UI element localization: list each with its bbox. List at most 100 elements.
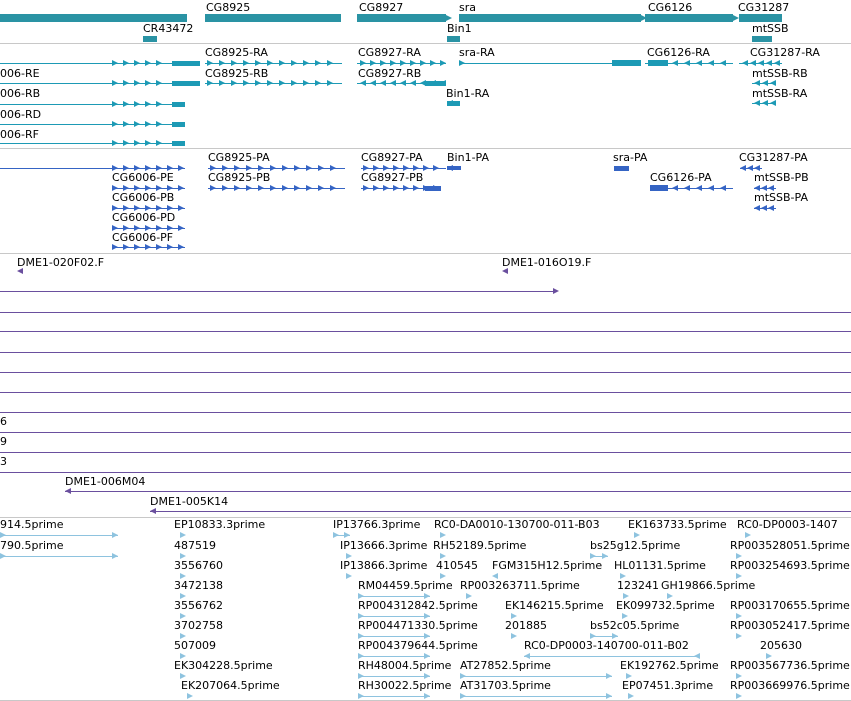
gene-bar[interactable]	[447, 36, 460, 42]
clone-line[interactable]	[0, 372, 851, 373]
clone-line[interactable]	[0, 392, 851, 393]
est-label: HL01131.5prime	[614, 559, 706, 572]
gene-bar[interactable]	[459, 14, 641, 22]
strand-arrow-right-icon	[0, 532, 6, 538]
clone-line[interactable]	[0, 432, 851, 433]
clone-line[interactable]	[0, 472, 851, 473]
strand-arrow-left-icon	[672, 60, 678, 66]
strand-arrow-right-icon	[346, 573, 352, 579]
gene-label: CG6126	[648, 1, 693, 14]
transcript-line[interactable]	[205, 63, 342, 64]
exon-block[interactable]	[425, 81, 446, 86]
exon-block[interactable]	[650, 185, 668, 191]
est-label: RP004471330.5prime	[358, 619, 478, 632]
est-label: RH30022.5prime	[358, 679, 452, 692]
est-line[interactable]	[460, 676, 612, 677]
exon-block[interactable]	[648, 60, 668, 66]
est-label: FGM315H12.5prime	[492, 559, 603, 572]
strand-arrow-left-icon	[708, 185, 714, 191]
strand-arrow-right-icon	[112, 244, 118, 250]
strand-arrow-right-icon	[424, 693, 430, 699]
est-label: RP003669976.5prime	[730, 679, 850, 692]
clone-line[interactable]	[150, 511, 851, 512]
strand-arrow-left-icon	[360, 80, 366, 86]
strand-arrow-right-icon	[330, 165, 336, 171]
exon-block[interactable]	[172, 102, 185, 107]
strand-arrow-right-icon	[430, 60, 436, 66]
est-line[interactable]	[358, 656, 430, 657]
strand-arrow-right-icon	[255, 80, 261, 86]
gene-bar[interactable]	[739, 14, 782, 22]
est-line[interactable]	[358, 596, 430, 597]
strand-arrow-right-icon	[306, 165, 312, 171]
strand-arrow-right-icon	[358, 693, 364, 699]
protein-line[interactable]	[208, 168, 345, 169]
exon-block[interactable]	[172, 141, 185, 146]
clone-line[interactable]	[0, 291, 555, 292]
strand-arrow-left-icon	[768, 205, 774, 211]
strand-arrow-right-icon	[400, 60, 406, 66]
est-line[interactable]	[358, 616, 430, 617]
protein-line[interactable]	[208, 188, 345, 189]
strand-arrow-right-icon	[306, 185, 312, 191]
strand-arrow-right-icon	[420, 60, 426, 66]
est-line[interactable]	[358, 676, 430, 677]
strand-arrow-left-icon	[696, 60, 702, 66]
exon-block[interactable]	[612, 60, 641, 66]
est-label: RH52189.5prime	[433, 539, 527, 552]
est-label: 3702758	[174, 619, 223, 632]
transcript-label: CG6126-RA	[647, 46, 710, 59]
clone-line[interactable]	[0, 312, 851, 313]
strand-arrow-left-icon	[770, 80, 776, 86]
strand-arrow-right-icon	[156, 121, 162, 127]
strand-arrow-right-icon	[315, 80, 321, 86]
transcript-line[interactable]	[205, 83, 342, 84]
strand-arrow-left-icon	[774, 60, 780, 66]
strand-arrow-right-icon	[0, 553, 6, 559]
gene-bar[interactable]	[645, 14, 733, 22]
est-line[interactable]	[524, 656, 700, 657]
clone-line[interactable]	[0, 412, 851, 413]
est-label: RC0-DA0010-130700-011-B03	[434, 518, 600, 531]
clone-line[interactable]	[0, 331, 851, 332]
gene-bar[interactable]	[752, 36, 772, 42]
est-label: RP003263711.5prime	[460, 579, 580, 592]
strand-arrow-right-icon	[243, 60, 249, 66]
protein-label: CG8927-PB	[361, 171, 424, 184]
transcript-label: mtSSB-RA	[752, 87, 808, 100]
strand-arrow-right-icon	[134, 121, 140, 127]
protein-label: CG6126-PA	[650, 171, 712, 184]
protein-label: CG6006-PB	[112, 191, 175, 204]
est-line[interactable]	[0, 535, 118, 536]
est-line[interactable]	[358, 636, 430, 637]
exon-block[interactable]	[172, 122, 185, 127]
protein-line[interactable]	[740, 168, 762, 169]
clone-line[interactable]	[65, 491, 851, 492]
est-line[interactable]	[358, 696, 430, 697]
strand-arrow-right-icon	[303, 80, 309, 86]
est-line[interactable]	[0, 556, 118, 557]
exon-block[interactable]	[614, 166, 629, 171]
strand-arrow-left-icon	[762, 100, 768, 106]
strand-arrow-right-icon	[123, 244, 129, 250]
est-label: 205630	[760, 639, 802, 652]
gene-bar[interactable]	[205, 14, 341, 22]
gene-bar[interactable]	[143, 36, 157, 42]
strand-arrow-right-icon	[246, 185, 252, 191]
exon-block[interactable]	[425, 186, 441, 191]
protein-label: CG6006-PE	[112, 171, 174, 184]
exon-block[interactable]	[172, 81, 200, 86]
est-line[interactable]	[460, 696, 612, 697]
strand-arrow-right-icon	[460, 693, 466, 699]
clone-line[interactable]	[0, 352, 851, 353]
strand-arrow-right-icon	[279, 60, 285, 66]
strand-arrow-right-icon	[267, 80, 273, 86]
strand-arrow-left-icon	[390, 80, 396, 86]
clone-line[interactable]	[0, 452, 851, 453]
exon-block[interactable]	[172, 61, 200, 66]
protein-label: sra-PA	[613, 151, 648, 164]
protein-label: mtSSB-PA	[754, 191, 808, 204]
est-label: EK099732.5prime	[616, 599, 715, 612]
gene-bar[interactable]	[0, 14, 187, 22]
gene-bar[interactable]	[357, 14, 446, 22]
